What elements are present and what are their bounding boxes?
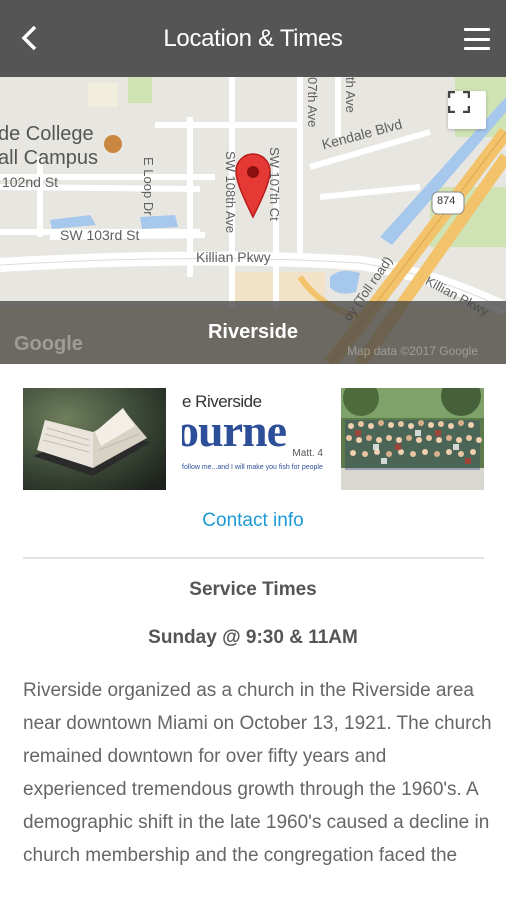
journey-verse: Matt. 4 xyxy=(292,448,323,459)
journey-tagline: follow me...and I will make you fish for… xyxy=(182,464,323,471)
map-label-102nd: 102nd St xyxy=(2,174,59,190)
map-fullscreen-button[interactable] xyxy=(448,91,486,129)
google-logo: Google xyxy=(14,333,83,355)
location-map[interactable]: de College all Campus 102nd St SW 103rd … xyxy=(0,77,506,364)
menu-button[interactable] xyxy=(462,24,492,54)
map-label-103rd: SW 103rd St xyxy=(60,227,140,243)
map-label-107th-ave: 07th Ave xyxy=(305,77,320,128)
map-label-college: de College xyxy=(0,123,94,145)
service-time: Sunday @ 9:30 & 11AM xyxy=(148,627,358,648)
gallery-image-bible[interactable] xyxy=(23,388,166,490)
gallery-image-congregation[interactable] xyxy=(341,388,484,490)
map-label-107th-ct: SW 107th Ct xyxy=(267,147,282,221)
church-description: Riverside organized as a church in the R… xyxy=(23,680,492,866)
gallery-image-journey[interactable]: e Riverside ourne Matt. 4 follow me...an… xyxy=(182,388,325,490)
page-title: Location & Times xyxy=(163,24,343,52)
map-label-108th: SW 108th Ave xyxy=(223,151,238,234)
map-label-ave-top: th Ave xyxy=(343,77,358,113)
divider xyxy=(23,557,484,559)
bible-photo xyxy=(23,388,166,490)
journey-title-big: ourne xyxy=(182,405,287,456)
congregation-photo xyxy=(341,388,484,490)
route-874-shield: 874 xyxy=(437,195,456,207)
map-label-killian: Killian Pkwy xyxy=(196,249,271,265)
location-name: Riverside xyxy=(207,321,299,343)
chevron-left-icon xyxy=(21,25,37,51)
map-label-campus: all Campus xyxy=(0,147,99,169)
hamburger-menu-icon xyxy=(464,28,490,31)
contact-info-link[interactable]: Contact info xyxy=(0,510,506,532)
service-times-heading: Service Times xyxy=(189,579,317,600)
fullscreen-icon xyxy=(448,91,470,113)
app-header: Location & Times xyxy=(0,0,506,77)
back-button[interactable] xyxy=(12,20,48,56)
image-gallery: e Riverside ourne Matt. 4 follow me...an… xyxy=(23,388,484,490)
map-data-attribution: Map data ©2017 Google xyxy=(347,344,478,358)
map-label-eloop: E Loop Dr xyxy=(141,157,156,216)
